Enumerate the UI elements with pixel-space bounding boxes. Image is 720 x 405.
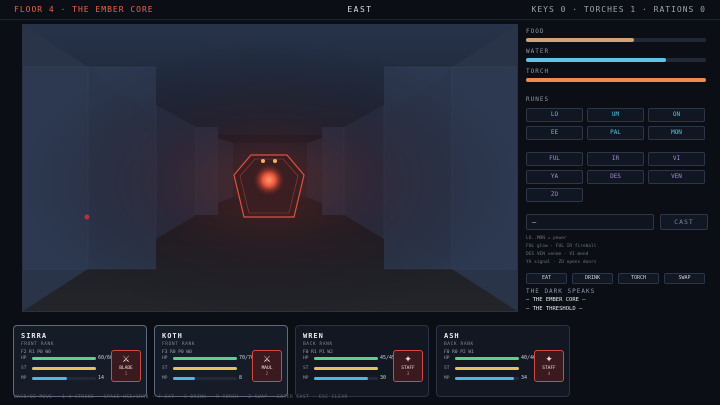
runes-heading: RUNES xyxy=(526,96,550,103)
hp-label: HP xyxy=(303,356,309,361)
rune-ir[interactable]: IR xyxy=(587,152,644,166)
dungeon-viewport[interactable] xyxy=(22,24,518,312)
drink-button[interactable]: DRINK xyxy=(572,273,613,284)
weapon-icon: ⚔ xyxy=(121,355,131,365)
mp-label: MP xyxy=(21,376,27,381)
key-help: WASD/QE MOVE · 1-4 STRIKE · SPACE USE/GR… xyxy=(14,395,348,400)
member-rank: BACK RANK xyxy=(303,342,333,347)
weapon-hotkey: 4 xyxy=(547,371,551,376)
mana-bar xyxy=(173,377,237,380)
rune-zo[interactable]: ZO xyxy=(526,188,583,202)
member-rank: FRONT RANK xyxy=(162,342,196,347)
stamina-bar xyxy=(173,367,237,370)
rune-ee[interactable]: EE xyxy=(526,126,583,140)
torch-label: TORCH xyxy=(526,68,550,75)
spell-hint: FUL glow · FUL IR fireball xyxy=(526,244,597,249)
wall-rune-mark xyxy=(84,214,90,220)
member-name: ASH xyxy=(444,332,460,340)
party-member-card[interactable]: KOTH FRONT RANK F3 R0 P0 W0 HP 70/70 ST MP 8 ⚔ MA… xyxy=(154,325,288,397)
dungeon-scene xyxy=(23,25,517,311)
food-label: FOOD xyxy=(526,28,545,35)
st-label: ST xyxy=(444,366,450,371)
weapon-icon: ⚔ xyxy=(262,355,272,365)
member-rank: FRONT RANK xyxy=(21,342,55,347)
rune-um[interactable]: UM xyxy=(587,108,644,122)
mp-value: 14 xyxy=(98,375,105,381)
top-bar: FLOOR 4 · THE EMBER CORE EAST KEYS 0 · T… xyxy=(0,0,720,20)
log-message: — THE EMBER CORE — xyxy=(526,297,586,303)
torch-bar xyxy=(526,78,706,82)
inventory-summary: KEYS 0 · TORCHES 1 · RATIONS 0 xyxy=(531,5,706,14)
spell-hint: LO..MON = power xyxy=(526,236,567,241)
weapon-hotkey: 1 xyxy=(124,371,128,376)
spell-hint: DES VEN venom · VI mend xyxy=(526,252,589,257)
hp-label: HP xyxy=(21,356,27,361)
member-attributes: F3 R0 P0 W0 xyxy=(162,350,192,355)
ember-golem-enemy xyxy=(233,154,305,218)
mp-value: 30 xyxy=(380,375,387,381)
message-log-heading: THE DARK SPEAKS xyxy=(526,288,596,295)
weapon-attack-button[interactable]: ⚔ MAUL 2 xyxy=(252,350,282,382)
st-label: ST xyxy=(162,366,168,371)
spell-hint: YA signal · ZO opens doors xyxy=(526,260,597,265)
mp-value: 34 xyxy=(521,375,528,381)
swap-button[interactable]: SWAP xyxy=(664,273,705,284)
member-attributes: F2 R1 P0 W0 xyxy=(21,350,51,355)
rune-on[interactable]: ON xyxy=(648,108,705,122)
st-label: ST xyxy=(303,366,309,371)
spell-input[interactable]: — xyxy=(526,214,654,230)
st-label: ST xyxy=(21,366,27,371)
side-panel: FOOD WATER TORCH RUNES LO UM ON EE PAL MON FUL… xyxy=(526,24,710,314)
member-rank: BACK RANK xyxy=(444,342,474,347)
party-member-card[interactable]: ASH BACK RANK F0 R0 P2 W1 HP 40/40 ST MP 34 ✦ STA… xyxy=(436,325,570,397)
mp-label: MP xyxy=(162,376,168,381)
member-attributes: F0 R1 P1 W2 xyxy=(303,350,333,355)
stamina-bar xyxy=(32,367,96,370)
water-bar xyxy=(526,58,706,62)
member-attributes: F0 R0 P2 W1 xyxy=(444,350,474,355)
weapon-icon: ✦ xyxy=(404,355,412,365)
party-member-card[interactable]: SIRRA FRONT RANK F2 R1 P0 W0 HP 60/60 ST MP 14 ⚔… xyxy=(13,325,147,397)
food-bar xyxy=(526,38,706,42)
torch-button[interactable]: TORCH xyxy=(618,273,659,284)
stamina-bar xyxy=(314,367,378,370)
mana-bar xyxy=(314,377,378,380)
rune-des[interactable]: DES xyxy=(587,170,644,184)
hp-bar xyxy=(314,357,378,360)
member-name: SIRRA xyxy=(21,332,48,340)
mana-bar xyxy=(455,377,519,380)
party-member-card[interactable]: WREN BACK RANK F0 R1 P1 W2 HP 45/45 ST MP 30 ✦ ST… xyxy=(295,325,429,397)
hp-bar xyxy=(32,357,96,360)
rune-ya[interactable]: YA xyxy=(526,170,583,184)
stamina-bar xyxy=(455,367,519,370)
rune-mon[interactable]: MON xyxy=(648,126,705,140)
member-name: WREN xyxy=(303,332,324,340)
cast-button[interactable]: CAST xyxy=(660,214,708,230)
hp-bar xyxy=(455,357,519,360)
weapon-hotkey: 3 xyxy=(406,371,410,376)
weapon-icon: ✦ xyxy=(545,355,553,365)
mp-label: MP xyxy=(444,376,450,381)
hp-label: HP xyxy=(162,356,168,361)
rune-ven[interactable]: VEN xyxy=(648,170,705,184)
log-message: — THE THRESHOLD — xyxy=(526,306,583,312)
weapon-attack-button[interactable]: ⚔ BLADE 1 xyxy=(111,350,141,382)
rune-lo[interactable]: LO xyxy=(526,108,583,122)
member-name: KOTH xyxy=(162,332,183,340)
rune-pal[interactable]: PAL xyxy=(587,126,644,140)
mana-bar xyxy=(32,377,96,380)
eat-button[interactable]: EAT xyxy=(526,273,567,284)
weapon-attack-button[interactable]: ✦ STAFF 4 xyxy=(534,350,564,382)
rune-vi[interactable]: VI xyxy=(648,152,705,166)
water-label: WATER xyxy=(526,48,550,55)
mp-label: MP xyxy=(303,376,309,381)
weapon-attack-button[interactable]: ✦ STAFF 3 xyxy=(393,350,423,382)
weapon-hotkey: 2 xyxy=(265,371,269,376)
mp-value: 8 xyxy=(239,375,243,381)
hp-bar xyxy=(173,357,237,360)
hp-label: HP xyxy=(444,356,450,361)
rune-ful[interactable]: FUL xyxy=(526,152,583,166)
